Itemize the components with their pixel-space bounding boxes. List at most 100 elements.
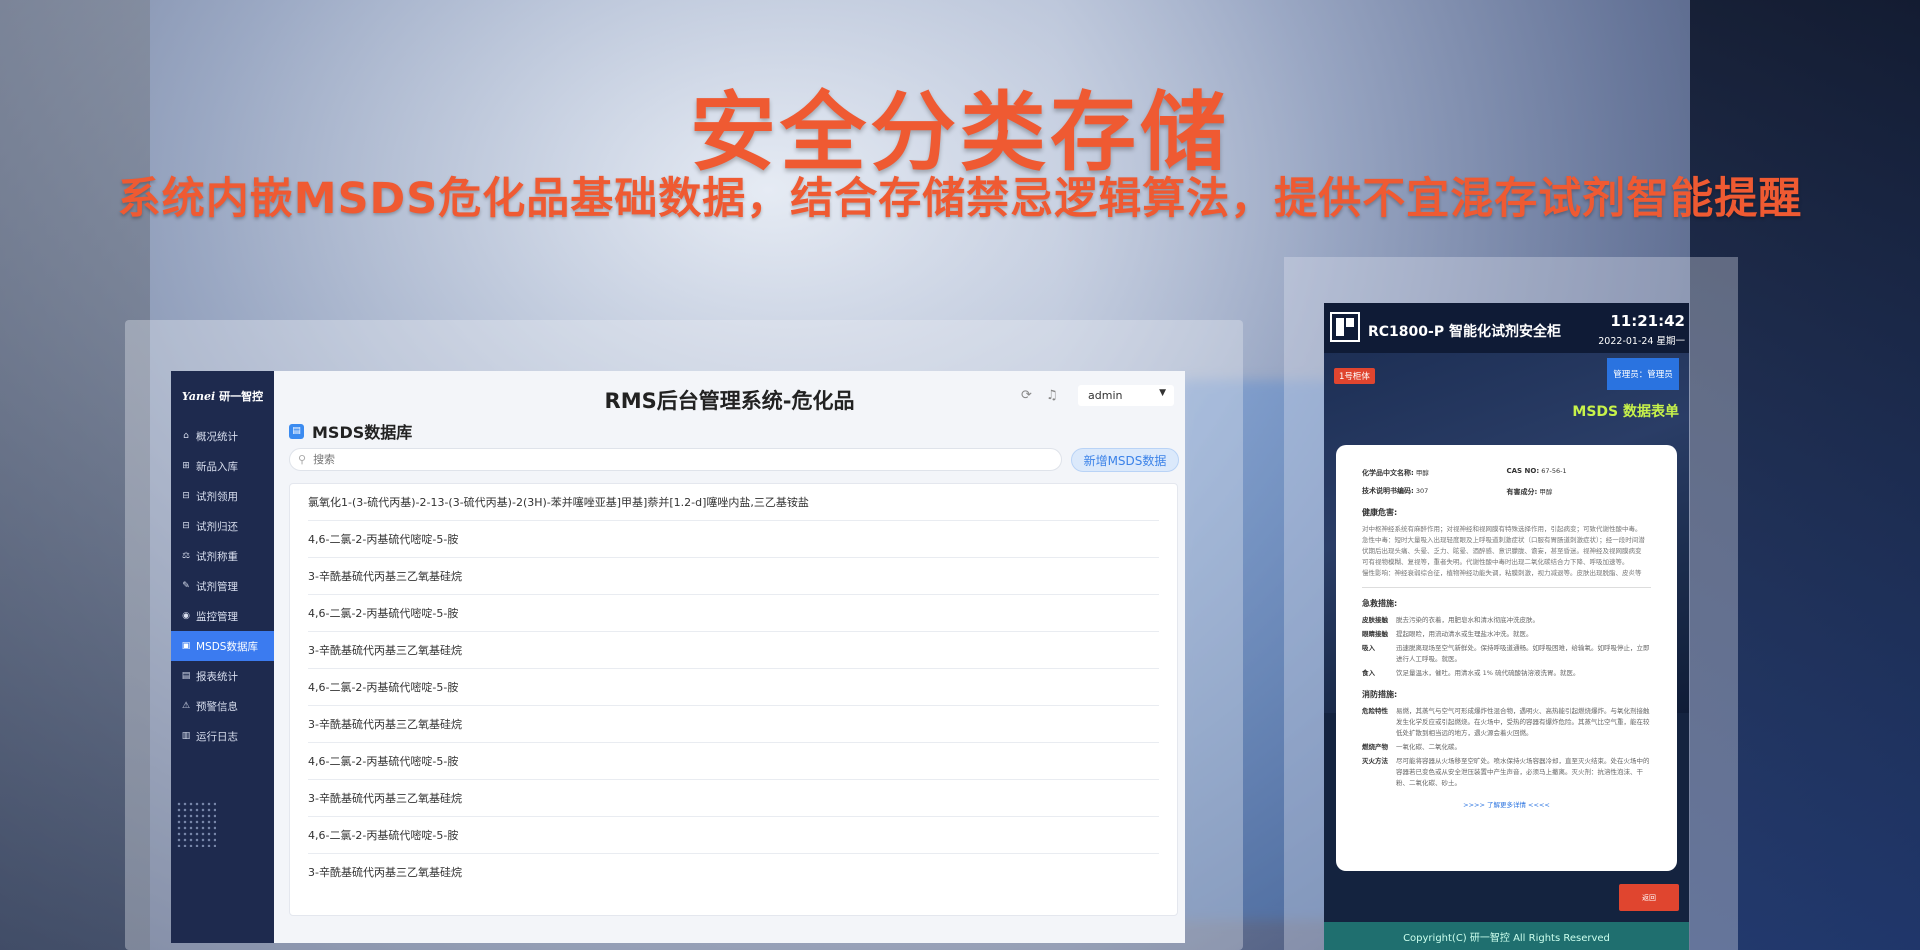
firstaid-item: 眼睛接触 提起眼睑，用流动清水或生理盐水冲洗。就医。 [1362,629,1651,640]
sidebar-item-label: 试剂归还 [196,520,238,533]
fire-title: 消防措施: [1362,690,1398,699]
inbox-icon: ⊞ [182,461,190,471]
search-input[interactable] [311,452,1061,467]
firstaid-item: 吸入 迅速脱离现场至空气新鲜处。保持呼吸道通畅。如呼吸困难，给输氧。如呼吸停止，立… [1362,643,1651,665]
fire-item: 燃烧产物 一氧化碳、二氧化碳。 [1362,742,1651,753]
firstaid-key: 眼睛接触 [1362,630,1388,638]
warning-icon: ⚠ [181,701,191,711]
return-icon: ⊟ [182,521,190,531]
list-item[interactable]: 3-辛酰基硫代丙基三乙氧基硅烷 [308,632,1159,669]
health-line: 对中枢神经系统有麻醉作用；对视神经和视网膜有特殊选择作用，引起病变；可致代谢性酸… [1362,525,1642,533]
edit-icon: ✎ [182,581,190,591]
sidebar-item[interactable]: ⊟ 试剂领用 [171,481,274,511]
report-icon: ▤ [181,671,191,681]
list-item[interactable]: 4,6-二氯-2-丙基硫代嘧啶-5-胺 [308,743,1159,780]
form-title: MSDS 数据表单 [1572,404,1679,420]
return-button[interactable]: 返回 [1619,884,1679,911]
app-logo: Yanei 研一智控 [171,371,274,421]
sidebar-item[interactable]: ✎ 试剂管理 [171,571,274,601]
sidebar-item-label: 运行日志 [196,730,238,743]
sidebar-item-label: 预警信息 [196,700,238,713]
sidebar-item-label: 概况统计 [196,430,238,443]
sidebar-item[interactable]: ▣ MSDS数据库 [171,631,274,661]
sidebar-item[interactable]: ⚖ 试剂称重 [171,541,274,571]
fire-item: 危险特性 易燃，其蒸气与空气可形成爆炸性混合物，遇明火、高热能引起燃烧爆炸。与氧化… [1362,706,1651,739]
list-item[interactable]: 3-辛酰基硫代丙基三乙氧基硅烷 [308,854,1159,890]
msds-list: 氯氧化1-(3-硫代丙基)-2-13-(3-硫代丙基)-2(3H)-苯并噻唑亚基… [289,483,1178,916]
database-icon: ▤ [289,423,304,439]
fire-value: 一氧化碳、二氧化碳。 [1396,743,1461,751]
admin-badge[interactable]: 管理员：管理员 [1607,358,1679,390]
sidebar: Yanei 研一智控 ⌂ 概况统计 ⊞ 新品入库 ⊟ 试剂领用 ⊟ 试剂归还 ⚖ 试剂称重 ✎ 试剂管… [171,371,274,943]
sidebar-item[interactable]: ▤ 报表统计 [171,661,274,691]
search-icon: ⚲ [298,453,307,466]
sidebar-item[interactable]: ⌂ 概况统计 [171,421,274,451]
page-title: MSDS数据库 [312,423,413,442]
more-link[interactable]: >>>> 了解更多详情 <<<< [1362,799,1651,809]
sidebar-item-label: 报表统计 [196,670,238,683]
checkout-icon: ⊟ [182,491,190,501]
doc-code-label: 技术说明书编码: [1362,487,1414,495]
list-item[interactable]: 3-辛酰基硫代丙基三乙氧基硅烷 [308,780,1159,817]
sheet-row-2: 技术说明书编码: 307 有害成分: 甲醇 [1362,486,1651,497]
refresh-icon[interactable]: ⟳ [1021,388,1032,403]
sidebar-nav: ⌂ 概况统计 ⊞ 新品入库 ⊟ 试剂领用 ⊟ 试剂归还 ⚖ 试剂称重 ✎ 试剂管理 ◉ 监控管理 ▣ MSDS… [171,421,274,751]
database-icon: ▣ [181,641,191,651]
sidebar-item-label: 新品入库 [196,460,238,473]
sidebar-item[interactable]: ▥ 运行日志 [171,721,274,751]
device-logo-icon [1330,312,1360,342]
cabinet-device-screen: RC1800-P 智能化试剂安全柜 11:21:42 2022-01-24 星期… [1324,303,1689,950]
device-time: 11:21:42 [1610,312,1685,330]
sheet-row-1: 化学品中文名称: 甲醇 CAS NO: 67-56-1 [1362,467,1651,478]
sidebar-item-label: 试剂管理 [196,580,238,593]
list-item[interactable]: 4,6-二氯-2-丙基硫代嘧啶-5-胺 [308,817,1159,854]
firstaid-list: 皮肤接触 脱去污染的衣着，用肥皂水和清水彻底冲洗皮肤。 眼睛接触 提起眼睑，用流动清水… [1362,615,1651,679]
harm-value: 甲醇 [1539,488,1553,496]
home-icon: ⌂ [183,431,189,441]
list-item[interactable]: 氯氧化1-(3-硫代丙基)-2-13-(3-硫代丙基)-2(3H)-苯并噻唑亚基… [308,484,1159,521]
admin-app: Yanei 研一智控 ⌂ 概况统计 ⊞ 新品入库 ⊟ 试剂领用 ⊟ 试剂归还 ⚖ 试剂称重 ✎ 试剂管… [171,371,1185,943]
list-item[interactable]: 4,6-二氯-2-丙基硫代嘧啶-5-胺 [308,595,1159,632]
sidebar-item[interactable]: ⊞ 新品入库 [171,451,274,481]
harm-label: 有害成分: [1506,488,1538,496]
sidebar-item[interactable]: ⚠ 预警信息 [171,691,274,721]
sidebar-item[interactable]: ◉ 监控管理 [171,601,274,631]
health-text: 对中枢神经系统有麻醉作用；对视神经和视网膜有特殊选择作用，引起病变；可致代谢性酸… [1362,524,1651,588]
headline-subtitle: 系统内嵌MSDS危化品基础数据，结合存储禁忌逻辑算法，提供不宜混存试剂智能提醒 [117,174,1803,224]
firstaid-value: 饮足量温水，催吐。用清水或 1% 硫代硫酸钠溶液洗胃。就医。 [1396,669,1580,677]
page-header: ▤ MSDS数据库 [289,419,412,443]
sidebar-item-label: 监控管理 [196,610,238,623]
cas-label: CAS NO: [1506,467,1540,475]
add-msds-button[interactable]: 新增MSDS数据 [1071,448,1179,472]
bell-icon[interactable]: ♫ [1046,388,1058,403]
chevron-down-icon: ▼ [1159,388,1166,398]
firstaid-value: 脱去污染的衣着，用肥皂水和清水彻底冲洗皮肤。 [1396,616,1539,624]
device-footer: Copyright(C) 研一智控 All Rights Reserved [1324,922,1689,950]
search-box[interactable]: ⚲ [289,448,1062,471]
doc-code-value: 307 [1415,487,1429,495]
sidebar-item-label: 试剂称重 [196,550,238,563]
device-date: 2022-01-24 星期一 [1598,336,1685,347]
user-dropdown[interactable]: admin ▼ [1078,385,1174,406]
health-line: 急性中毒：短时大量吸入出现轻度眼及上呼吸道刺激症状（口服有胃肠道刺激症状）；经一… [1362,536,1645,544]
device-header: RC1800-P 智能化试剂安全柜 11:21:42 2022-01-24 星期… [1324,303,1689,353]
fire-key: 灭火方法 [1362,757,1388,765]
sidebar-item-label: MSDS数据库 [196,640,258,653]
cn-name-value: 甲醇 [1415,469,1429,477]
fire-list: 危险特性 易燃，其蒸气与空气可形成爆炸性混合物，遇明火、高热能引起燃烧爆炸。与氧化… [1362,706,1651,789]
decorative-dots [176,801,216,847]
camera-icon: ◉ [182,611,190,621]
firstaid-key: 食入 [1362,669,1375,677]
health-title: 健康危害: [1362,508,1398,517]
cabinet-tag[interactable]: 1号柜体 [1334,368,1375,384]
log-icon: ▥ [181,731,191,741]
sidebar-item[interactable]: ⊟ 试剂归还 [171,511,274,541]
list-item[interactable]: 3-辛酰基硫代丙基三乙氧基硅烷 [308,558,1159,595]
health-line: 慢性影响：神经衰弱综合征，植物神经功能失调，粘膜刺激，视力减退等。皮肤出现脱脂、… [1362,569,1642,577]
list-item[interactable]: 3-辛酰基硫代丙基三乙氧基硅烷 [308,706,1159,743]
list-item[interactable]: 4,6-二氯-2-丙基硫代嘧啶-5-胺 [308,669,1159,706]
logo-brand: Yanei [181,389,216,403]
cas-value: 67-56-1 [1541,467,1567,475]
topbar: RMS后台管理系统-危化品 ⟳ ♫ admin ▼ [274,371,1185,419]
list-item[interactable]: 4,6-二氯-2-丙基硫代嘧啶-5-胺 [308,521,1159,558]
